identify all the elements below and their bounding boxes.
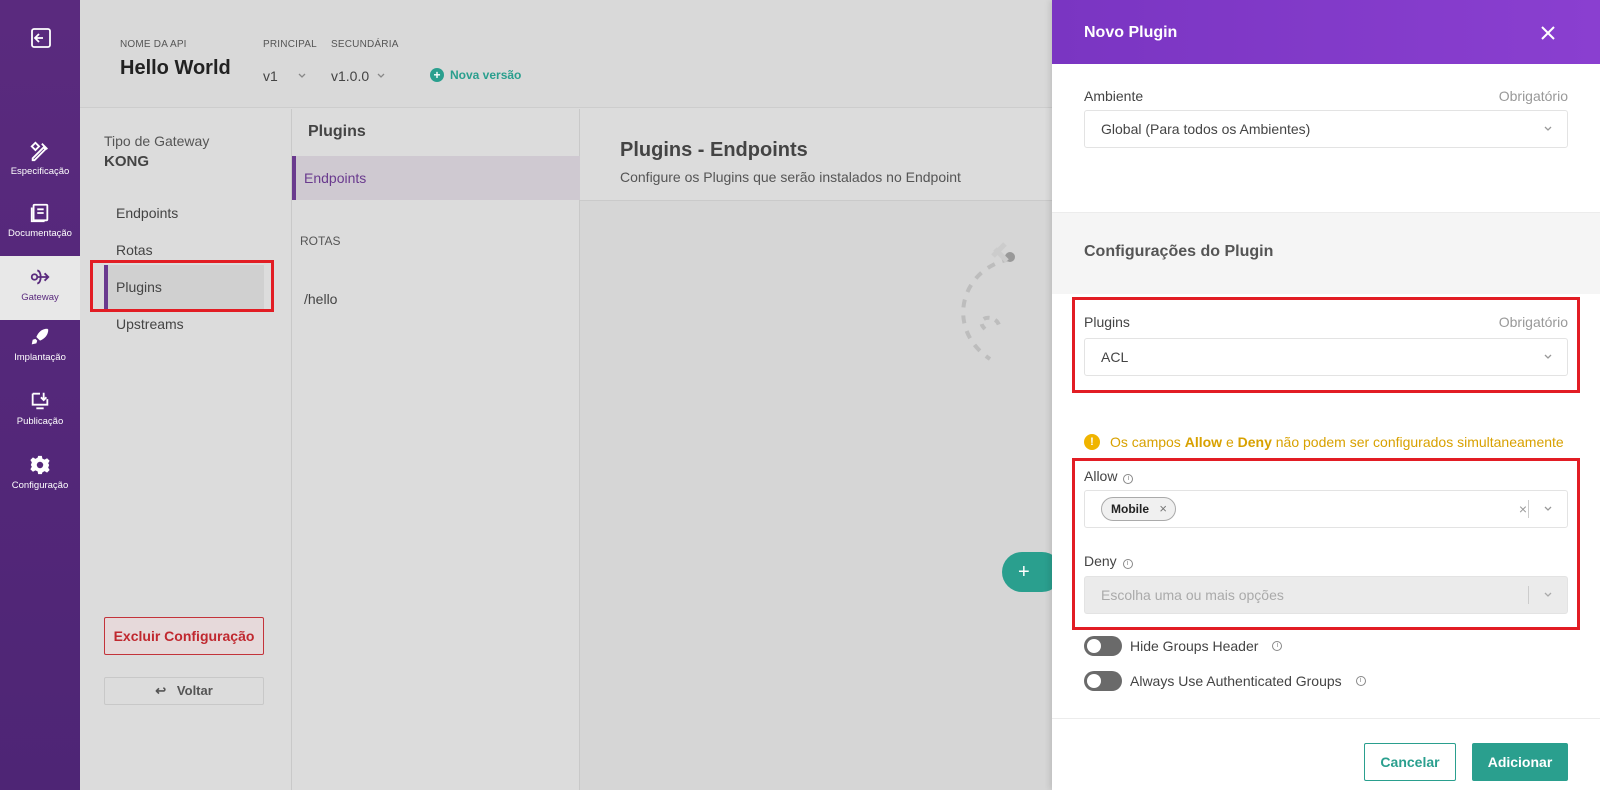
principal-label: PRINCIPAL bbox=[263, 39, 317, 50]
ambiente-required: Obrigatório bbox=[1498, 88, 1568, 104]
rail-item-publicacao[interactable]: Publicação bbox=[0, 380, 80, 444]
toggle-label: Always Use Authenticated Groups bbox=[1130, 673, 1342, 689]
pencil-ruler-icon bbox=[30, 141, 48, 162]
close-icon[interactable] bbox=[1540, 25, 1556, 41]
rail-label: Documentação bbox=[8, 228, 72, 239]
rail-item-implantacao[interactable]: Implantação bbox=[0, 316, 80, 380]
rail-item-especificacao[interactable]: Especificação bbox=[0, 130, 80, 194]
add-button[interactable]: Adicionar bbox=[1472, 743, 1568, 781]
gateway-type-value: KONG bbox=[104, 153, 149, 170]
drawer-footer: Cancelar Adicionar bbox=[1052, 718, 1600, 790]
secundaria-label: SECUNDÁRIA bbox=[331, 39, 399, 50]
warning-allow: Allow bbox=[1184, 434, 1223, 450]
chevron-down-icon bbox=[1544, 126, 1552, 131]
rail-label: Configuração bbox=[11, 480, 69, 491]
principal-select[interactable]: v1 bbox=[263, 68, 278, 84]
always-auth-groups-toggle[interactable] bbox=[1084, 671, 1122, 691]
drawer-header: Novo Plugin bbox=[1052, 0, 1600, 64]
routes-label: ROTAS bbox=[300, 234, 341, 248]
gateway-icon bbox=[30, 269, 50, 285]
ambiente-value: Global (Para todos os Ambientes) bbox=[1101, 121, 1311, 137]
plugins-column-title: Plugins bbox=[308, 123, 366, 140]
toggle-label: Hide Groups Header bbox=[1130, 638, 1259, 654]
delete-config-button[interactable]: Excluir Configuração bbox=[104, 617, 264, 655]
plugins-column: Plugins Endpoints ROTAS /hello bbox=[292, 109, 580, 790]
section-title: Configurações do Plugin bbox=[1084, 243, 1274, 260]
annotation-highlight bbox=[1072, 458, 1580, 630]
back-button[interactable]: ↩ Voltar bbox=[104, 677, 264, 705]
ambiente-label: Ambiente bbox=[1084, 88, 1144, 104]
warning-part: e bbox=[1225, 434, 1234, 450]
plugins-endpoints-item[interactable]: Endpoints bbox=[292, 156, 580, 200]
warning-part: não podem ser configurados simultaneamen… bbox=[1275, 434, 1564, 450]
new-version-label: Nova versão bbox=[450, 68, 522, 82]
annotation-highlight bbox=[90, 260, 274, 312]
page-subtitle: Configure os Plugins que serão instalado… bbox=[620, 169, 961, 185]
api-name-label: NOME DA API bbox=[120, 39, 187, 50]
warning-icon: ! bbox=[1084, 434, 1100, 450]
warning-text: Os campos Allow e Deny não podem ser con… bbox=[1110, 434, 1564, 450]
page-title: Plugins - Endpoints bbox=[620, 139, 808, 161]
rail-item-configuracao[interactable]: Configuração bbox=[0, 444, 80, 508]
gear-icon bbox=[30, 455, 50, 475]
plugin-config-section: Configurações do Plugin bbox=[1052, 212, 1600, 294]
info-icon[interactable]: i bbox=[1355, 676, 1366, 686]
hide-groups-header-toggle[interactable] bbox=[1084, 636, 1122, 656]
rail-label: Gateway bbox=[21, 292, 59, 303]
empty-state-illustration bbox=[961, 242, 1015, 361]
rocket-icon bbox=[31, 328, 49, 345]
rail-label: Publicação bbox=[16, 416, 64, 427]
plus-circle-icon: + bbox=[430, 68, 444, 82]
drawer-title: Novo Plugin bbox=[1084, 24, 1178, 41]
cancel-button[interactable]: Cancelar bbox=[1364, 743, 1456, 781]
api-name: Hello World bbox=[120, 57, 231, 79]
hide-groups-header-row: Hide Groups Header i bbox=[1084, 636, 1283, 656]
rail-item-gateway[interactable]: Gateway bbox=[0, 256, 80, 320]
route-item[interactable]: /hello bbox=[304, 291, 337, 307]
secundaria-select[interactable]: v1.0.0 bbox=[331, 68, 369, 84]
back-label: Voltar bbox=[176, 683, 213, 698]
always-auth-groups-row: Always Use Authenticated Groups i bbox=[1084, 671, 1366, 691]
new-version-button[interactable]: + Nova versão bbox=[430, 68, 521, 82]
warning-deny: Deny bbox=[1237, 434, 1272, 450]
warning-message: ! Os campos Allow e Deny não podem ser c… bbox=[1084, 434, 1564, 450]
rail-label: Implantação bbox=[14, 352, 66, 363]
new-plugin-drawer: Novo Plugin Ambiente Obrigatório Global … bbox=[1052, 0, 1600, 790]
ambiente-select[interactable]: Global (Para todos os Ambientes) bbox=[1084, 110, 1568, 148]
gateway-type-label: Tipo de Gateway bbox=[104, 133, 210, 149]
book-icon bbox=[30, 203, 49, 223]
back-arrow-icon: ↩ bbox=[155, 683, 177, 698]
exit-icon[interactable] bbox=[29, 26, 53, 50]
chevron-down-icon[interactable] bbox=[297, 71, 307, 81]
chevron-down-icon[interactable] bbox=[376, 71, 386, 81]
rail-item-documentacao[interactable]: Documentação bbox=[0, 192, 80, 256]
rail-label: Especificação bbox=[10, 166, 70, 177]
left-rail: Especificação Documentação Gateway Impla… bbox=[0, 0, 80, 790]
annotation-highlight bbox=[1072, 297, 1580, 393]
warning-part: Os campos bbox=[1110, 434, 1181, 450]
gateway-sidebar: Tipo de Gateway KONG Endpoints Rotas Plu… bbox=[80, 109, 292, 790]
info-icon[interactable]: i bbox=[1272, 641, 1283, 651]
publish-icon bbox=[31, 392, 49, 410]
